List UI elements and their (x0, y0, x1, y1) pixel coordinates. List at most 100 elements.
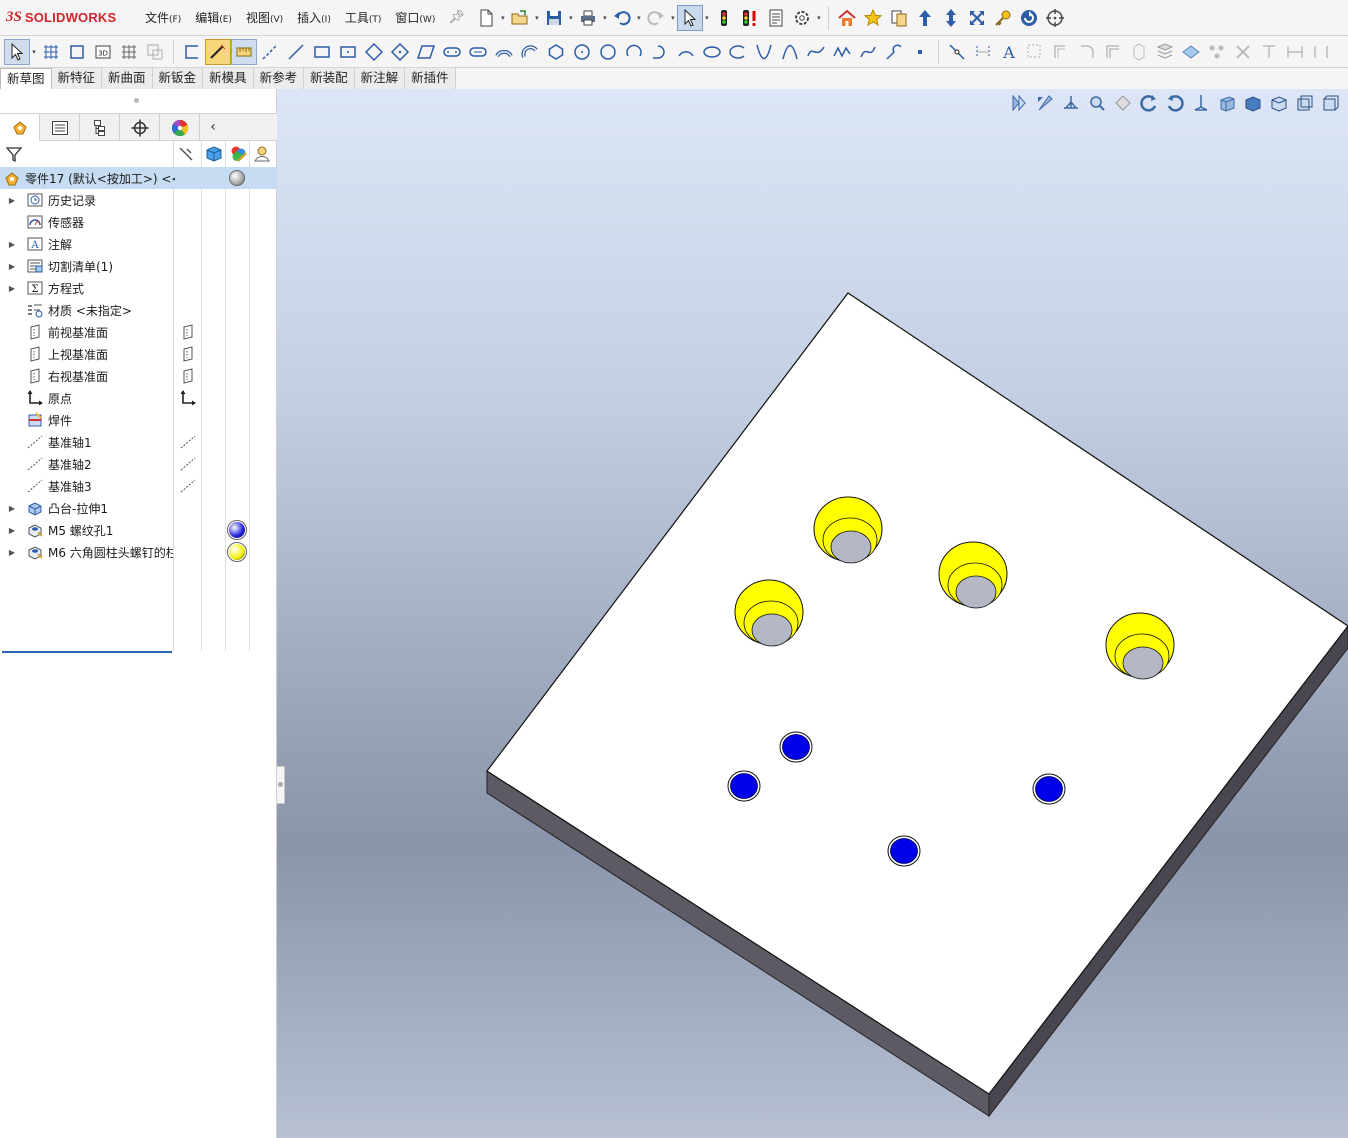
key-button[interactable] (990, 5, 1016, 31)
construction-geometry-button[interactable] (970, 39, 996, 65)
tangent-arc-button[interactable] (647, 39, 673, 65)
tree-item[interactable]: 基准轴1 (0, 431, 277, 453)
appearance-cell[interactable] (227, 542, 247, 562)
command-tab[interactable]: 新曲面 (102, 68, 153, 89)
appearance-column-header[interactable] (227, 141, 249, 167)
dropdown-caret-icon[interactable]: ▾ (703, 14, 711, 22)
expand-arrow-icon[interactable]: ▶ (6, 504, 18, 513)
expand-button[interactable] (964, 5, 990, 31)
arrow-updown-button[interactable] (938, 5, 964, 31)
tree-item[interactable]: ▶ 切割清单(1) (0, 255, 277, 277)
print-button[interactable] (575, 5, 601, 31)
tree-item[interactable]: 前视基准面 (0, 321, 277, 343)
rectangle-button[interactable] (309, 39, 335, 65)
mirror-button[interactable] (1126, 39, 1152, 65)
point-button[interactable] (907, 39, 933, 65)
dropdown-caret-icon[interactable]: ▾ (635, 14, 643, 22)
tree-item[interactable]: 基准轴2 (0, 453, 277, 475)
tapped-hole[interactable] (890, 838, 918, 864)
expand-arrow-icon[interactable]: ▶ (6, 240, 18, 249)
arrow-up-button[interactable] (912, 5, 938, 31)
convert-entities-button[interactable] (1022, 39, 1048, 65)
tree-root-part[interactable]: 零件17 (默认<按加工>) << (0, 167, 277, 189)
corner-sketch-button[interactable] (179, 39, 205, 65)
tree-item[interactable]: ▶ A 注解 (0, 233, 277, 255)
display-mode-column-header[interactable] (203, 141, 225, 167)
display-sketch-button[interactable] (142, 39, 168, 65)
tapped-hole[interactable] (730, 773, 758, 799)
tree-item[interactable]: ▶ M5 螺纹孔1 (0, 519, 277, 541)
file-properties-button[interactable] (763, 5, 789, 31)
tree-item[interactable]: 传感器 (0, 211, 277, 233)
trim-entities-button[interactable] (1100, 39, 1126, 65)
polygon-button[interactable] (543, 39, 569, 65)
menu-item[interactable]: 窗口(W) (388, 9, 442, 26)
tree-item[interactable]: 焊件 (0, 409, 277, 431)
perimeter-circle-button[interactable] (595, 39, 621, 65)
centerpoint-arc-button[interactable] (621, 39, 647, 65)
tree-item[interactable]: ▶ 凸台-拉伸1 (0, 497, 277, 519)
center-3point-rect-button[interactable] (387, 39, 413, 65)
linear-pattern-button[interactable] (1152, 39, 1178, 65)
command-tab[interactable]: 新特征 (51, 68, 103, 89)
command-tab[interactable]: 新钣金 (152, 68, 204, 89)
slot-button[interactable] (439, 39, 465, 65)
select-button[interactable] (676, 4, 703, 31)
counterbore-through-hole[interactable] (751, 613, 793, 647)
counterbore-through-hole[interactable] (1122, 646, 1164, 680)
expand-arrow-icon[interactable]: ▶ (6, 196, 18, 205)
menu-item[interactable]: 视图(V) (239, 9, 290, 26)
tab-configuration-manager[interactable] (80, 114, 120, 141)
rollback-bar[interactable] (2, 651, 172, 653)
sketch-button[interactable] (64, 39, 90, 65)
copy-entities-button[interactable] (1230, 39, 1256, 65)
command-tab[interactable]: 新插件 (405, 68, 456, 89)
tab-feature-manager[interactable] (0, 114, 40, 141)
dropdown-caret-icon[interactable]: ▾ (499, 14, 507, 22)
tapped-hole[interactable] (782, 734, 810, 760)
dropdown-caret-icon[interactable]: ▾ (30, 48, 38, 56)
dropdown-caret-icon[interactable]: ▾ (533, 14, 541, 22)
select-arrow-button[interactable] (4, 38, 30, 65)
expand-arrow-icon[interactable]: ▶ (6, 526, 18, 535)
panel-splitter[interactable] (134, 98, 139, 103)
counterbore-through-hole[interactable] (830, 530, 872, 564)
text-button[interactable]: A (996, 39, 1022, 65)
dropdown-caret-icon[interactable]: ▾ (567, 14, 575, 22)
home-button[interactable] (834, 5, 860, 31)
tab-display-manager[interactable] (160, 114, 200, 141)
circle-button[interactable] (569, 39, 595, 65)
pin-icon[interactable]: 📌︎ (448, 10, 465, 25)
3point-rect-button[interactable] (361, 39, 387, 65)
visibility-toggle[interactable] (178, 324, 198, 340)
tree-item[interactable]: ▶ Σ 方程式 (0, 277, 277, 299)
tree-item[interactable]: 上视基准面 (0, 343, 277, 365)
undo-button[interactable] (609, 5, 635, 31)
tree-item[interactable]: ▶ 历史记录 (0, 189, 277, 211)
tree-item[interactable]: 基准轴3 (0, 475, 277, 497)
dropdown-caret-icon[interactable]: ▾ (815, 14, 823, 22)
transparency-column-header[interactable] (251, 141, 273, 167)
scale-entities-button[interactable] (1282, 39, 1308, 65)
rotate-entities-button[interactable] (1256, 39, 1282, 65)
command-tab[interactable]: 新草图 (0, 68, 52, 89)
grid-snap-button[interactable] (116, 39, 142, 65)
expand-arrow-icon[interactable]: ▶ (6, 284, 18, 293)
target-button[interactable] (1042, 5, 1068, 31)
spline-button[interactable] (803, 39, 829, 65)
split-entities-button[interactable] (944, 39, 970, 65)
menu-item[interactable]: 文件(F) (138, 9, 188, 26)
stretch-entities-button[interactable] (1308, 39, 1334, 65)
fillet-sketch-button[interactable] (881, 39, 907, 65)
visibility-toggle[interactable] (178, 434, 198, 450)
save-button[interactable] (541, 5, 567, 31)
tree-item[interactable]: 原点 (0, 387, 277, 409)
arc-slot-button[interactable] (491, 39, 517, 65)
center-rectangle-button[interactable] (335, 39, 361, 65)
menu-item[interactable]: 插入(I) (290, 9, 338, 26)
appearance-cell[interactable] (227, 520, 247, 540)
new-document-button[interactable] (473, 5, 499, 31)
line-button[interactable] (283, 39, 309, 65)
expand-arrow-icon[interactable]: ▶ (6, 548, 18, 557)
part-model[interactable] (277, 89, 1348, 1138)
